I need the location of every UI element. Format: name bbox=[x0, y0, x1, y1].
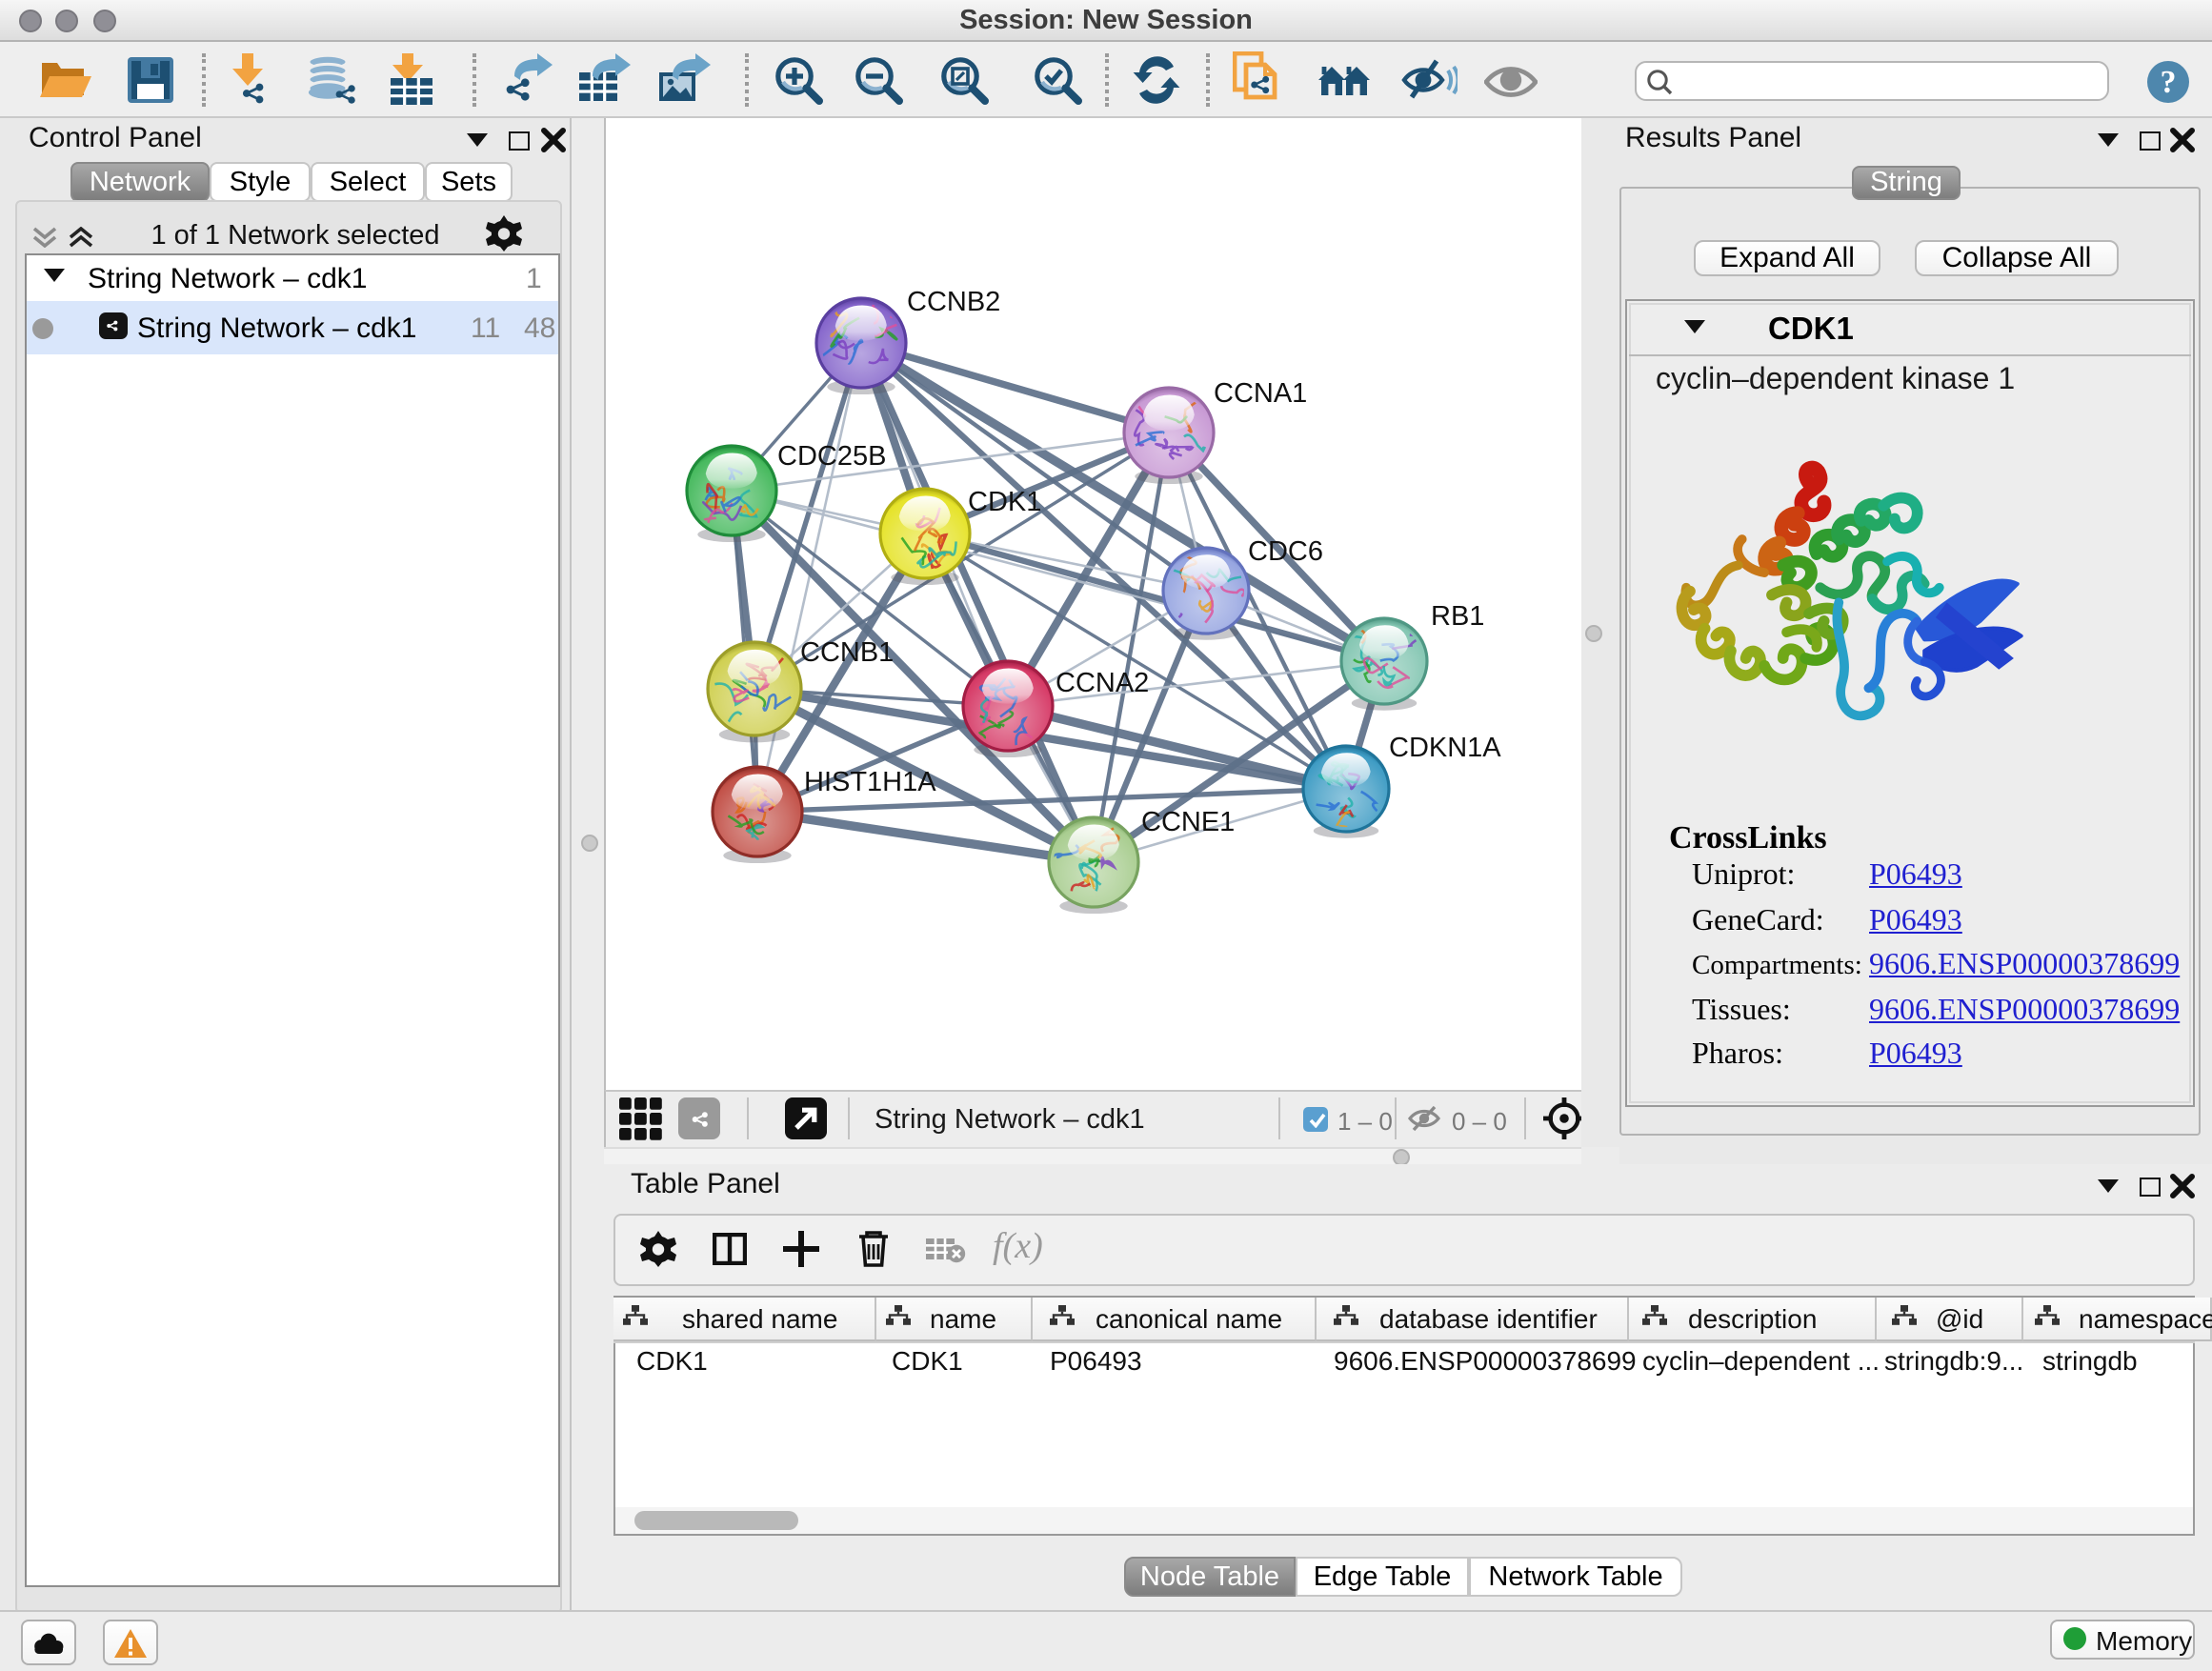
svg-text:CDK1: CDK1 bbox=[968, 487, 1041, 517]
svg-text:HIST1H1A: HIST1H1A bbox=[804, 767, 936, 797]
svg-text:CCNE1: CCNE1 bbox=[1141, 807, 1235, 837]
svg-text:CCNB1: CCNB1 bbox=[800, 637, 894, 668]
svg-text:CDC6: CDC6 bbox=[1248, 536, 1323, 567]
svg-text:CCNA2: CCNA2 bbox=[1056, 668, 1149, 698]
svg-text:CCNB2: CCNB2 bbox=[907, 287, 1000, 317]
svg-text:CDC25B: CDC25B bbox=[777, 441, 886, 472]
svg-text:RB1: RB1 bbox=[1431, 601, 1484, 632]
svg-text:?: ? bbox=[2161, 65, 2177, 100]
svg-text:CDKN1A: CDKN1A bbox=[1389, 733, 1501, 763]
svg-text:CCNA1: CCNA1 bbox=[1214, 378, 1307, 409]
